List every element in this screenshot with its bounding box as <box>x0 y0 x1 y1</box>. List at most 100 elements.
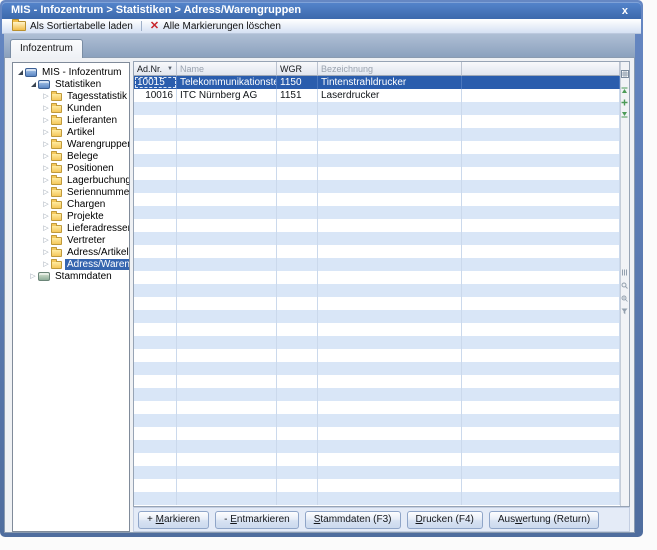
empty-cell <box>134 401 177 414</box>
tree-item-positionen[interactable]: ▷Positionen <box>13 162 129 174</box>
filter-icon[interactable] <box>621 302 629 310</box>
empty-cell <box>277 414 318 427</box>
empty-cell <box>277 401 318 414</box>
column-header-bezeichnung[interactable]: Bezeichnung <box>318 62 462 76</box>
column-header-name[interactable]: Name <box>177 62 277 76</box>
collapsed-arrow-icon[interactable]: ▷ <box>41 225 51 232</box>
tree-item-projekte[interactable]: ▷Projekte <box>13 210 129 222</box>
drucken-button[interactable]: Drucken (F4) <box>407 511 483 529</box>
table-cell[interactable] <box>462 76 620 89</box>
tree-item-warengruppen[interactable]: ▷Warengruppen <box>13 138 129 150</box>
table-row[interactable]: 10016ITC Nürnberg AG1151Laserdrucker <box>134 89 620 102</box>
stammdaten-button[interactable]: Stammdaten (F3) <box>305 511 401 529</box>
tree-item-label: Stammdaten <box>53 271 114 282</box>
tree-item-lagerbuchungen[interactable]: ▷Lagerbuchungen <box>13 174 129 186</box>
collapsed-arrow-icon[interactable]: ▷ <box>41 141 51 148</box>
collapsed-arrow-icon[interactable]: ▷ <box>41 165 51 172</box>
empty-cell <box>134 414 177 427</box>
expanded-arrow-icon[interactable] <box>15 70 25 75</box>
close-button[interactable]: x <box>622 5 628 18</box>
empty-cell <box>177 258 277 271</box>
collapsed-arrow-icon[interactable]: ▷ <box>41 249 51 256</box>
collapsed-arrow-icon[interactable]: ▷ <box>41 237 51 244</box>
folder-icon <box>51 117 62 125</box>
table-row[interactable]: 10015Telekommunikationste1150Tintenstrah… <box>134 76 620 89</box>
empty-row <box>134 154 620 167</box>
empty-cell <box>134 219 177 232</box>
tree-item-stammdaten[interactable]: ▷ Stammdaten <box>13 270 129 282</box>
table-cell[interactable]: Laserdrucker <box>318 89 462 102</box>
collapsed-arrow-icon[interactable]: ▷ <box>41 177 51 184</box>
empty-row <box>134 388 620 401</box>
empty-row <box>134 362 620 375</box>
tree-item-seriennummern[interactable]: ▷Seriennummern <box>13 186 129 198</box>
empty-cell <box>462 466 620 479</box>
button-hotkey-letter: E <box>230 514 237 525</box>
table-cell[interactable]: Tintenstrahldrucker <box>318 76 462 89</box>
empty-row <box>134 232 620 245</box>
collapsed-arrow-icon[interactable]: ▷ <box>41 93 51 100</box>
table-cell[interactable]: 10015 <box>134 76 177 89</box>
tree-item-vertreter[interactable]: ▷Vertreter <box>13 234 129 246</box>
table-cell[interactable]: 10016 <box>134 89 177 102</box>
collapsed-arrow-icon[interactable]: ▷ <box>41 129 51 136</box>
empty-cell <box>177 271 277 284</box>
empty-cell <box>318 141 462 154</box>
table-cell[interactable]: 1151 <box>277 89 318 102</box>
go-top-icon[interactable] <box>621 81 629 89</box>
entmarkieren-button[interactable]: - Entmarkieren <box>215 511 299 529</box>
tree-item-label: MIS - Infozentrum <box>40 67 123 78</box>
empty-cell <box>318 414 462 427</box>
empty-cell <box>277 102 318 115</box>
table-cell[interactable] <box>462 89 620 102</box>
insert-icon[interactable] <box>621 93 629 101</box>
column-chooser-icon[interactable] <box>621 65 629 73</box>
zoom-icon[interactable] <box>621 289 629 297</box>
tree-item-mis-infozentrum[interactable]: MIS - Infozentrum <box>13 66 129 78</box>
table-cell[interactable]: ITC Nürnberg AG <box>177 89 277 102</box>
empty-cell <box>134 310 177 323</box>
column-header-ad-nr[interactable]: Ad.Nr.▼ <box>134 62 177 76</box>
collapsed-arrow-icon[interactable]: ▷ <box>41 213 51 220</box>
tree-item-kunden[interactable]: ▷Kunden <box>13 102 129 114</box>
table-cell[interactable]: 1150 <box>277 76 318 89</box>
tab-infozentrum[interactable]: Infozentrum <box>10 39 83 58</box>
go-bottom-icon[interactable] <box>621 105 629 113</box>
auswertung-button[interactable]: Auswertung (Return) <box>489 511 599 529</box>
tree-item-adress-artikel[interactable]: ▷Adress/Artikel <box>13 246 129 258</box>
empty-cell <box>318 258 462 271</box>
columns-icon[interactable] <box>621 263 629 271</box>
collapsed-arrow-icon[interactable]: ▷ <box>41 105 51 112</box>
empty-cell <box>462 362 620 375</box>
toolbar-separator <box>141 21 142 31</box>
column-header-wgr[interactable]: WGR <box>277 62 318 76</box>
als-sortiertabelle-laden-button[interactable]: Als Sortiertabelle laden <box>7 20 138 33</box>
empty-cell <box>318 336 462 349</box>
empty-row <box>134 167 620 180</box>
application-window: MIS - Infozentrum > Statistiken > Adress… <box>0 0 643 537</box>
tree-item-adress-warengruppen[interactable]: ▷Adress/Warengruppen <box>13 258 129 270</box>
tree-item-artikel[interactable]: ▷Artikel <box>13 126 129 138</box>
empty-cell <box>134 479 177 492</box>
table-cell[interactable]: Telekommunikationste <box>177 76 277 89</box>
empty-cell <box>134 141 177 154</box>
collapsed-arrow-icon[interactable]: ▷ <box>41 189 51 196</box>
tree-item-belege[interactable]: ▷Belege <box>13 150 129 162</box>
collapsed-arrow-icon[interactable]: ▷ <box>28 273 38 280</box>
tree-item-lieferadressen[interactable]: ▷Lieferadressen <box>13 222 129 234</box>
collapsed-arrow-icon[interactable]: ▷ <box>41 117 51 124</box>
tree-item-chargen[interactable]: ▷Chargen <box>13 198 129 210</box>
column-header-empty[interactable] <box>462 62 620 76</box>
search-icon[interactable] <box>621 276 629 284</box>
tree-item-tagesstatistik[interactable]: ▷Tagesstatistik <box>13 90 129 102</box>
tree-item-lieferanten[interactable]: ▷Lieferanten <box>13 114 129 126</box>
tree-item-statistiken[interactable]: Statistiken <box>13 78 129 90</box>
markieren-button[interactable]: + Markieren <box>138 511 209 529</box>
empty-cell <box>177 141 277 154</box>
collapsed-arrow-icon[interactable]: ▷ <box>41 261 51 268</box>
alle-markierungen-loeschen-button[interactable]: ✕Alle Markierungen löschen <box>145 20 286 33</box>
collapsed-arrow-icon[interactable]: ▷ <box>41 201 51 208</box>
collapsed-arrow-icon[interactable]: ▷ <box>41 153 51 160</box>
expanded-arrow-icon[interactable] <box>28 82 38 87</box>
footer-button-bar: + Markieren - Entmarkieren Stammdaten (F3)… <box>133 507 630 532</box>
